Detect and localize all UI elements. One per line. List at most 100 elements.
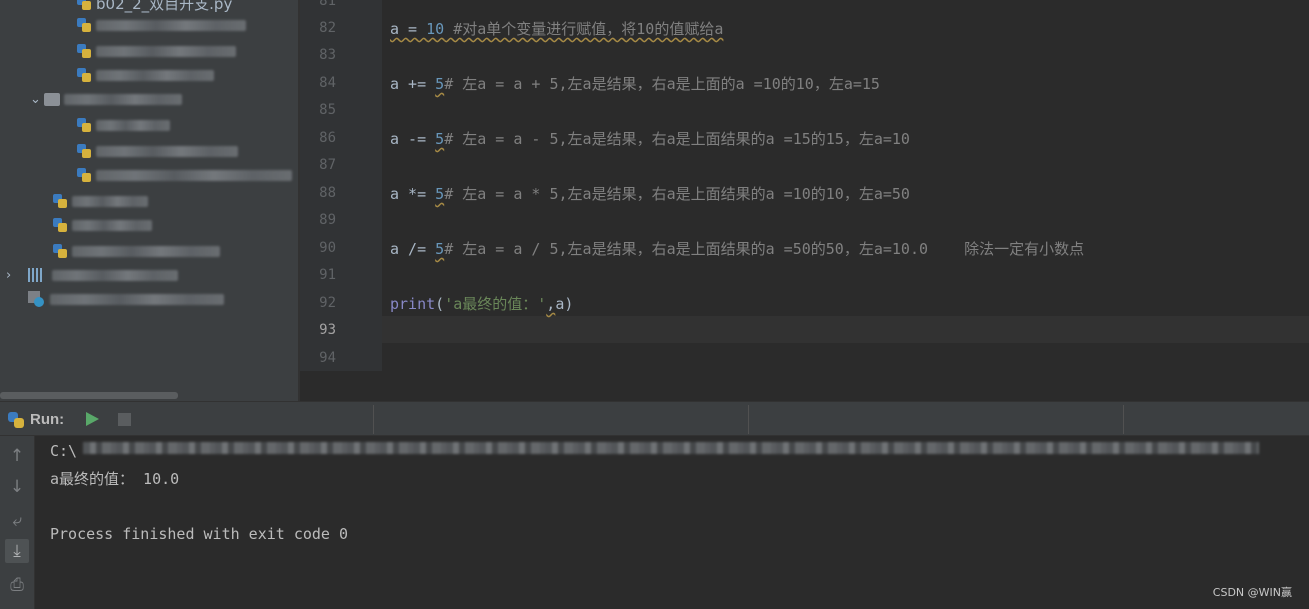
chevron-right-icon[interactable]: › (6, 268, 20, 283)
header-separator (748, 405, 749, 434)
code-number: 5 (435, 240, 445, 258)
project-tree: b02_2_双目开支.py ⌄ › (0, 0, 298, 401)
code-line-88[interactable]: a *= 5# 左a = a * 5,左a是结果，右a是上面结果的a =10的1… (390, 185, 910, 203)
code-comment: # 左a = a / 5,左a是结果，右a是上面结果的a =50的50，左a=1… (444, 240, 1085, 258)
arrow-down-icon[interactable]: ↓ (5, 475, 29, 499)
scratches-icon (28, 291, 44, 307)
library-icon (28, 268, 44, 282)
code-builtin: print (390, 295, 436, 313)
tree-file[interactable] (76, 40, 236, 62)
code-line-82[interactable]: a = 10 #对a单个变量进行赋值，将10的值赋给a (390, 20, 723, 38)
editor-bottom-area (300, 371, 1309, 401)
blurred-file-name (96, 45, 236, 57)
line-number-gutter: 81 82 83 84 85 86 87 88 89 90 91 92 93 9… (300, 0, 382, 371)
print-icon[interactable]: ⎙ (5, 573, 29, 597)
code-line-84[interactable]: a += 5# 左a = a + 5,左a是结果，右a是上面的a =10的10，… (390, 75, 880, 93)
blurred-scratches-name (50, 293, 224, 305)
python-file-icon (52, 217, 68, 233)
sidebar-horizontal-scrollbar[interactable] (0, 392, 178, 399)
code-editor[interactable]: a = 10 #对a单个变量进行赋值，将10的值赋给a a += 5# 左a =… (382, 0, 1309, 371)
run-tool-header: Run: (0, 401, 1309, 436)
run-title: Run: (30, 411, 65, 428)
blurred-file-name (96, 145, 238, 157)
code-var: a (390, 185, 400, 203)
blurred-folder-name (64, 93, 182, 105)
tree-file[interactable] (76, 164, 292, 186)
tree-file[interactable]: b02_2_双目开支.py (76, 0, 232, 14)
tree-file[interactable] (76, 114, 170, 136)
line-number: 81 (319, 0, 336, 9)
watermark: CSDN @WIN赢 (1212, 586, 1292, 599)
line-number: 87 (319, 157, 336, 173)
line-number: 83 (319, 47, 336, 63)
code-line-86[interactable]: a -= 5# 左a = a - 5,左a是结果，右a是上面结果的a =15的1… (390, 130, 910, 148)
tree-folder[interactable]: ⌄ (30, 88, 182, 110)
tree-file[interactable] (52, 214, 152, 236)
python-file-icon (76, 67, 92, 83)
code-comment: # 左a = a - 5,左a是结果，右a是上面结果的a =15的15，左a=1… (444, 130, 910, 148)
code-number: 5 (435, 75, 445, 93)
code-paren: ) (564, 295, 574, 313)
current-line-highlight (382, 316, 1309, 343)
header-separator (1123, 405, 1124, 434)
chevron-down-icon[interactable]: ⌄ (30, 92, 44, 107)
python-file-icon (76, 167, 92, 183)
blurred-file-name (96, 19, 246, 31)
code-paren: ( (435, 295, 445, 313)
code-op: = (399, 20, 427, 38)
line-number: 94 (319, 350, 336, 366)
blurred-command-path (83, 442, 1259, 454)
code-comment: # 左a = a * 5,左a是结果，右a是上面结果的a =10的10，左a=5… (444, 185, 910, 203)
line-number-current: 93 (319, 322, 336, 338)
code-number: 5 (435, 185, 445, 203)
arrow-up-icon[interactable]: ↑ (5, 444, 29, 468)
tree-file[interactable] (76, 14, 246, 36)
code-var: a (390, 240, 400, 258)
tree-file[interactable] (76, 140, 238, 162)
code-line-90[interactable]: a /= 5# 左a = a / 5,左a是结果，右a是上面结果的a =50的5… (390, 240, 1084, 258)
python-file-icon (76, 43, 92, 59)
line-number: 86 (319, 130, 336, 146)
line-number: 91 (319, 267, 336, 283)
python-run-icon (8, 412, 24, 428)
console-exit-line: Process finished with exit code 0 (50, 525, 349, 543)
tree-file[interactable] (76, 64, 214, 86)
run-console[interactable]: C:\ a最终的值： 10.0 Process finished with ex… (35, 436, 1309, 609)
blurred-file-name (96, 169, 292, 181)
line-number: 92 (319, 295, 336, 311)
line-number: 85 (319, 102, 336, 118)
code-var: a (390, 20, 400, 38)
line-number: 88 (319, 185, 336, 201)
rerun-play-icon[interactable] (86, 412, 99, 426)
line-number: 90 (319, 240, 336, 256)
stop-icon[interactable] (118, 413, 131, 426)
run-side-toolbar: ↑ ↓ ⤶ ⤓ ⎙ (0, 436, 35, 609)
tree-file[interactable] (52, 240, 220, 262)
code-line-92[interactable]: print('a最终的值：',a) (390, 295, 573, 313)
scroll-to-end-icon[interactable]: ⤓ (5, 539, 29, 563)
python-file-icon (76, 143, 92, 159)
tree-file[interactable] (52, 190, 148, 212)
python-file-icon (52, 193, 68, 209)
python-file-icon (76, 0, 92, 11)
code-var: a (390, 130, 400, 148)
code-op: += (399, 75, 436, 93)
code-number: 10 (426, 20, 445, 38)
blurred-file-name (72, 245, 220, 257)
code-comma: , (546, 295, 556, 313)
code-number: 5 (435, 130, 445, 148)
soft-wrap-icon[interactable]: ⤶ (5, 509, 29, 533)
code-op: *= (399, 185, 436, 203)
blurred-file-name (72, 195, 148, 207)
tree-external-libraries[interactable]: › (6, 264, 178, 286)
python-file-icon (52, 243, 68, 259)
blurred-library-name (52, 269, 178, 281)
header-separator (373, 405, 374, 434)
folder-icon (44, 92, 60, 106)
console-command-path: C:\ (50, 442, 78, 460)
code-var: a (390, 75, 400, 93)
blurred-file-name (72, 219, 152, 231)
blurred-file-name (96, 69, 214, 81)
console-result-line: a最终的值： 10.0 (50, 470, 180, 488)
tree-scratches[interactable] (28, 288, 224, 310)
